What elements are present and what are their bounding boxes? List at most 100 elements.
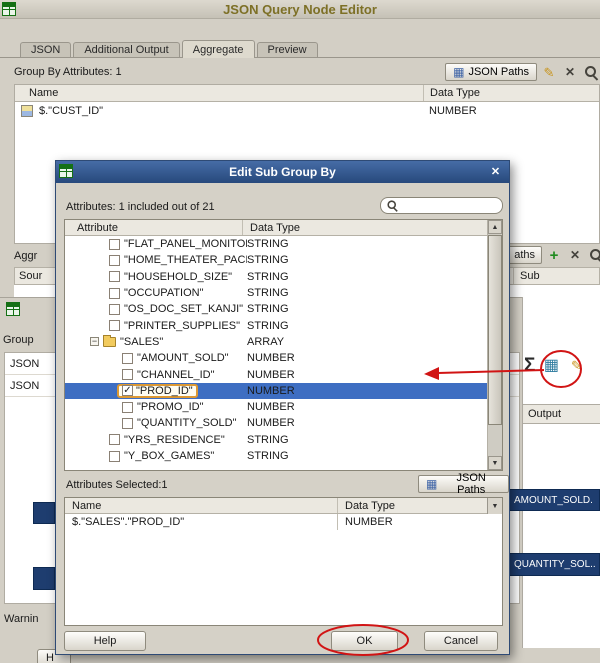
group-by-row-name: $."CUST_ID" bbox=[39, 104, 104, 117]
tree-row[interactable]: "PROMO_ID" NUMBER bbox=[65, 399, 489, 415]
tree-row-type: NUMBER bbox=[247, 384, 295, 397]
column-header-source-partial[interactable]: Sour bbox=[15, 270, 42, 282]
cancel-button[interactable]: Cancel bbox=[424, 631, 498, 651]
tree-row[interactable]: "Y_BOX_GAMES" STRING bbox=[65, 448, 489, 464]
checkbox[interactable] bbox=[109, 434, 120, 446]
tree-row[interactable]: "YRS_RESIDENCE" STRING bbox=[65, 432, 489, 448]
mapping-bar-partial[interactable] bbox=[33, 567, 55, 590]
column-dropdown-icon[interactable]: ▼ bbox=[487, 498, 502, 514]
output-toolbar: Σ ▦ ✎ bbox=[524, 356, 585, 375]
mapping-bar-partial[interactable] bbox=[33, 502, 55, 524]
dialog-titlebar[interactable]: Edit Sub Group By ✕ bbox=[56, 161, 509, 183]
tree-row[interactable]: "OS_DOC_SET_KANJI" STRING bbox=[65, 301, 489, 317]
tree-row-attribute-cell: "CHANNEL_ID" bbox=[65, 366, 247, 382]
checkbox[interactable] bbox=[109, 271, 120, 283]
tree-row-label: "PRINTER_SUPPLIES" bbox=[124, 319, 241, 332]
help-button[interactable]: Help bbox=[64, 631, 146, 651]
search-icon[interactable] bbox=[582, 63, 600, 81]
selected-row-type: NUMBER bbox=[337, 514, 393, 530]
group-node-icon bbox=[6, 302, 20, 316]
tree-row-attribute-cell: "Y_BOX_GAMES" bbox=[65, 448, 247, 464]
tree-row-attribute-cell: "OS_DOC_SET_KANJI" bbox=[65, 301, 247, 317]
tab-preview[interactable]: Preview bbox=[256, 42, 318, 57]
help-button-label-partial: H bbox=[46, 652, 54, 663]
tab-additional-output[interactable]: Additional Output bbox=[73, 42, 180, 57]
column-header-sub-partial[interactable]: Sub bbox=[513, 268, 540, 284]
attribute-tree-table: Attribute Data Type "FLAT_PANEL_MONITOR"… bbox=[64, 219, 503, 471]
column-header-data-type[interactable]: Data Type bbox=[337, 498, 395, 513]
search-icon[interactable] bbox=[587, 246, 600, 264]
tab-aggregate[interactable]: Aggregate bbox=[181, 40, 255, 58]
tree-row-label: "CHANNEL_ID" bbox=[137, 368, 215, 381]
json-paths-button[interactable]: ▦ JSON Paths bbox=[418, 472, 509, 496]
ok-button[interactable]: OK bbox=[331, 631, 398, 651]
checkbox[interactable] bbox=[109, 254, 120, 266]
edit-icon[interactable]: ✎ bbox=[540, 63, 558, 81]
attribute-filter-input[interactable] bbox=[400, 199, 495, 212]
attribute-search-box[interactable] bbox=[380, 197, 503, 214]
tab-json[interactable]: JSON bbox=[20, 42, 72, 57]
tree-row-attribute-cell: "AMOUNT_SOLD" bbox=[65, 350, 247, 366]
collapse-icon[interactable]: − bbox=[90, 337, 99, 347]
tree-row[interactable]: "HOUSEHOLD_SIZE" STRING bbox=[65, 269, 489, 285]
scroll-up-icon[interactable]: ▲ bbox=[488, 220, 502, 234]
checkbox[interactable] bbox=[109, 238, 120, 250]
column-divider bbox=[522, 297, 523, 648]
column-header-data-type[interactable]: Data Type bbox=[423, 85, 480, 101]
add-icon[interactable]: + bbox=[545, 246, 563, 264]
output-attribute-bar-amount-sold[interactable]: AMOUNT_SOLD. bbox=[505, 489, 600, 511]
magnifier-glyph bbox=[584, 65, 599, 80]
column-header-data-type[interactable]: Data Type bbox=[242, 220, 300, 235]
tree-row-label: "SALES" bbox=[120, 335, 164, 348]
tree-row-type: NUMBER bbox=[247, 401, 295, 414]
checkbox[interactable] bbox=[122, 401, 133, 413]
selected-table-header: Name Data Type ▼ bbox=[65, 498, 502, 514]
tree-row-label: "HOME_THEATER_PACKAG bbox=[124, 254, 247, 267]
json-paths-icon: ▦ bbox=[426, 477, 438, 491]
column-header-output: Output bbox=[523, 404, 600, 424]
scrollbar-thumb[interactable] bbox=[488, 235, 502, 425]
checkbox[interactable] bbox=[122, 352, 133, 364]
tree-row-attribute-cell: − "SALES" bbox=[65, 334, 247, 350]
tree-row[interactable]: ✓ "PROD_ID" NUMBER bbox=[65, 382, 489, 399]
tree-row[interactable]: "PRINTER_SUPPLIES" STRING bbox=[65, 317, 489, 333]
tree-row-label: "FLAT_PANEL_MONITOR" bbox=[124, 238, 247, 251]
tree-row[interactable]: "HOME_THEATER_PACKAGSTRING bbox=[65, 252, 489, 268]
tree-row-type: STRING bbox=[247, 433, 289, 446]
checkbox[interactable]: ✓ bbox=[122, 385, 133, 397]
vertical-scrollbar[interactable]: ▲ ▼ bbox=[487, 220, 502, 470]
delete-icon[interactable]: ✕ bbox=[566, 246, 584, 264]
tree-row[interactable]: "OCCUPATION" STRING bbox=[65, 285, 489, 301]
attribute-icon bbox=[21, 104, 33, 117]
column-header-attribute[interactable]: Attribute bbox=[65, 222, 118, 234]
group-by-table-header: Name Data Type bbox=[15, 85, 599, 102]
column-header-name[interactable]: Name bbox=[15, 87, 58, 99]
checkbox[interactable] bbox=[109, 450, 120, 462]
tree-row[interactable]: "QUANTITY_SOLD" NUMBER bbox=[65, 415, 489, 431]
close-icon[interactable]: ✕ bbox=[488, 164, 503, 179]
checkbox[interactable] bbox=[122, 417, 133, 429]
selected-attribute-row[interactable]: $."SALES"."PROD_ID" NUMBER bbox=[65, 514, 502, 530]
tree-row-attribute-cell: "OCCUPATION" bbox=[65, 285, 247, 301]
checkbox[interactable] bbox=[109, 287, 120, 299]
scroll-down-icon[interactable]: ▼ bbox=[488, 456, 502, 470]
checkbox[interactable] bbox=[122, 369, 133, 381]
edit-icon[interactable]: ✎ bbox=[567, 357, 585, 375]
checkbox[interactable] bbox=[109, 320, 120, 332]
tree-row[interactable]: − "SALES" ARRAY bbox=[65, 334, 489, 350]
bar-label: QUANTITY_SOL.. bbox=[514, 559, 596, 570]
json-paths-button[interactable]: ▦ JSON Paths bbox=[445, 63, 537, 81]
delete-icon[interactable]: ✕ bbox=[561, 63, 579, 81]
tree-row[interactable]: "CHANNEL_ID" NUMBER bbox=[65, 366, 489, 382]
aggregate-sigma-icon[interactable]: Σ bbox=[524, 356, 535, 375]
checkbox[interactable] bbox=[109, 303, 120, 315]
tree-row-label: "YRS_RESIDENCE" bbox=[124, 433, 225, 446]
column-header-name[interactable]: Name bbox=[65, 500, 101, 512]
tree-row[interactable]: "AMOUNT_SOLD" NUMBER bbox=[65, 350, 489, 366]
output-panel-partial bbox=[523, 297, 600, 648]
output-attribute-bar-quantity-sold[interactable]: QUANTITY_SOL.. bbox=[505, 553, 600, 576]
tree-row[interactable]: "FLAT_PANEL_MONITOR" STRING bbox=[65, 236, 489, 252]
sub-group-by-icon[interactable]: ▦ bbox=[542, 357, 560, 375]
list-item-label: JSON bbox=[10, 357, 40, 370]
group-by-row[interactable]: $."CUST_ID" NUMBER bbox=[15, 102, 599, 119]
